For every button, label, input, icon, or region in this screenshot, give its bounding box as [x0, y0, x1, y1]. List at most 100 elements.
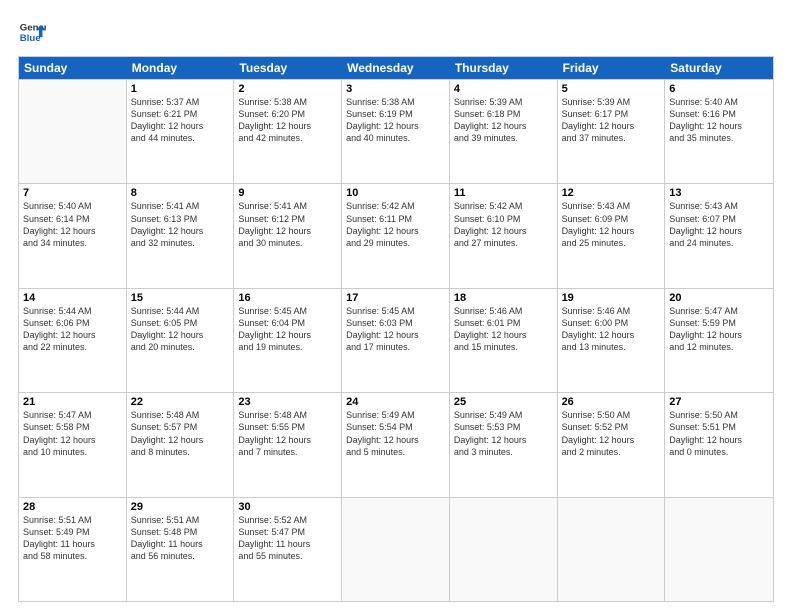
day-cell-14: 14Sunrise: 5:44 AM Sunset: 6:06 PM Dayli… — [19, 289, 127, 392]
day-info: Sunrise: 5:38 AM Sunset: 6:20 PM Dayligh… — [238, 96, 337, 145]
day-number: 12 — [562, 187, 661, 199]
day-number: 4 — [454, 83, 553, 95]
day-number: 18 — [454, 292, 553, 304]
day-info: Sunrise: 5:39 AM Sunset: 6:17 PM Dayligh… — [562, 96, 661, 145]
day-info: Sunrise: 5:45 AM Sunset: 6:04 PM Dayligh… — [238, 305, 337, 354]
day-number: 30 — [238, 501, 337, 513]
day-header-tuesday: Tuesday — [234, 57, 342, 79]
day-info: Sunrise: 5:43 AM Sunset: 6:09 PM Dayligh… — [562, 200, 661, 249]
day-cell-2: 2Sunrise: 5:38 AM Sunset: 6:20 PM Daylig… — [234, 80, 342, 183]
day-number: 13 — [669, 187, 769, 199]
day-header-monday: Monday — [127, 57, 235, 79]
header: General Blue — [18, 18, 774, 46]
day-info: Sunrise: 5:47 AM Sunset: 5:59 PM Dayligh… — [669, 305, 769, 354]
day-info: Sunrise: 5:44 AM Sunset: 6:06 PM Dayligh… — [23, 305, 122, 354]
day-info: Sunrise: 5:42 AM Sunset: 6:11 PM Dayligh… — [346, 200, 445, 249]
day-cell-29: 29Sunrise: 5:51 AM Sunset: 5:48 PM Dayli… — [127, 498, 235, 601]
day-info: Sunrise: 5:39 AM Sunset: 6:18 PM Dayligh… — [454, 96, 553, 145]
day-cell-23: 23Sunrise: 5:48 AM Sunset: 5:55 PM Dayli… — [234, 393, 342, 496]
day-number: 24 — [346, 396, 445, 408]
day-number: 27 — [669, 396, 769, 408]
day-cell-30: 30Sunrise: 5:52 AM Sunset: 5:47 PM Dayli… — [234, 498, 342, 601]
day-cell-20: 20Sunrise: 5:47 AM Sunset: 5:59 PM Dayli… — [665, 289, 773, 392]
day-cell-16: 16Sunrise: 5:45 AM Sunset: 6:04 PM Dayli… — [234, 289, 342, 392]
calendar-week-4: 21Sunrise: 5:47 AM Sunset: 5:58 PM Dayli… — [19, 392, 773, 496]
logo: General Blue — [18, 18, 46, 46]
day-info: Sunrise: 5:49 AM Sunset: 5:54 PM Dayligh… — [346, 409, 445, 458]
day-number: 26 — [562, 396, 661, 408]
day-cell-13: 13Sunrise: 5:43 AM Sunset: 6:07 PM Dayli… — [665, 184, 773, 287]
day-info: Sunrise: 5:38 AM Sunset: 6:19 PM Dayligh… — [346, 96, 445, 145]
logo-icon: General Blue — [18, 18, 46, 46]
empty-cell — [665, 498, 773, 601]
day-cell-6: 6Sunrise: 5:40 AM Sunset: 6:16 PM Daylig… — [665, 80, 773, 183]
day-cell-25: 25Sunrise: 5:49 AM Sunset: 5:53 PM Dayli… — [450, 393, 558, 496]
day-cell-5: 5Sunrise: 5:39 AM Sunset: 6:17 PM Daylig… — [558, 80, 666, 183]
day-number: 29 — [131, 501, 230, 513]
day-cell-22: 22Sunrise: 5:48 AM Sunset: 5:57 PM Dayli… — [127, 393, 235, 496]
day-info: Sunrise: 5:47 AM Sunset: 5:58 PM Dayligh… — [23, 409, 122, 458]
day-cell-24: 24Sunrise: 5:49 AM Sunset: 5:54 PM Dayli… — [342, 393, 450, 496]
day-cell-3: 3Sunrise: 5:38 AM Sunset: 6:19 PM Daylig… — [342, 80, 450, 183]
day-number: 7 — [23, 187, 122, 199]
day-info: Sunrise: 5:52 AM Sunset: 5:47 PM Dayligh… — [238, 514, 337, 563]
day-number: 22 — [131, 396, 230, 408]
day-number: 10 — [346, 187, 445, 199]
day-info: Sunrise: 5:46 AM Sunset: 6:01 PM Dayligh… — [454, 305, 553, 354]
calendar: SundayMondayTuesdayWednesdayThursdayFrid… — [18, 56, 774, 602]
day-info: Sunrise: 5:48 AM Sunset: 5:57 PM Dayligh… — [131, 409, 230, 458]
day-info: Sunrise: 5:51 AM Sunset: 5:48 PM Dayligh… — [131, 514, 230, 563]
day-number: 15 — [131, 292, 230, 304]
day-number: 19 — [562, 292, 661, 304]
day-cell-21: 21Sunrise: 5:47 AM Sunset: 5:58 PM Dayli… — [19, 393, 127, 496]
empty-cell — [558, 498, 666, 601]
svg-text:Blue: Blue — [20, 33, 41, 44]
day-number: 28 — [23, 501, 122, 513]
day-info: Sunrise: 5:44 AM Sunset: 6:05 PM Dayligh… — [131, 305, 230, 354]
day-number: 9 — [238, 187, 337, 199]
day-number: 17 — [346, 292, 445, 304]
calendar-week-3: 14Sunrise: 5:44 AM Sunset: 6:06 PM Dayli… — [19, 288, 773, 392]
day-info: Sunrise: 5:50 AM Sunset: 5:51 PM Dayligh… — [669, 409, 769, 458]
day-info: Sunrise: 5:48 AM Sunset: 5:55 PM Dayligh… — [238, 409, 337, 458]
day-cell-12: 12Sunrise: 5:43 AM Sunset: 6:09 PM Dayli… — [558, 184, 666, 287]
page: General Blue SundayMondayTuesdayWednesda… — [0, 0, 792, 612]
day-cell-17: 17Sunrise: 5:45 AM Sunset: 6:03 PM Dayli… — [342, 289, 450, 392]
day-info: Sunrise: 5:40 AM Sunset: 6:14 PM Dayligh… — [23, 200, 122, 249]
calendar-week-2: 7Sunrise: 5:40 AM Sunset: 6:14 PM Daylig… — [19, 183, 773, 287]
day-info: Sunrise: 5:51 AM Sunset: 5:49 PM Dayligh… — [23, 514, 122, 563]
day-info: Sunrise: 5:49 AM Sunset: 5:53 PM Dayligh… — [454, 409, 553, 458]
day-info: Sunrise: 5:41 AM Sunset: 6:12 PM Dayligh… — [238, 200, 337, 249]
day-number: 6 — [669, 83, 769, 95]
day-header-friday: Friday — [558, 57, 666, 79]
day-number: 8 — [131, 187, 230, 199]
day-cell-1: 1Sunrise: 5:37 AM Sunset: 6:21 PM Daylig… — [127, 80, 235, 183]
day-number: 5 — [562, 83, 661, 95]
day-cell-4: 4Sunrise: 5:39 AM Sunset: 6:18 PM Daylig… — [450, 80, 558, 183]
day-info: Sunrise: 5:43 AM Sunset: 6:07 PM Dayligh… — [669, 200, 769, 249]
empty-cell — [450, 498, 558, 601]
day-cell-19: 19Sunrise: 5:46 AM Sunset: 6:00 PM Dayli… — [558, 289, 666, 392]
day-cell-15: 15Sunrise: 5:44 AM Sunset: 6:05 PM Dayli… — [127, 289, 235, 392]
day-cell-18: 18Sunrise: 5:46 AM Sunset: 6:01 PM Dayli… — [450, 289, 558, 392]
day-cell-11: 11Sunrise: 5:42 AM Sunset: 6:10 PM Dayli… — [450, 184, 558, 287]
day-number: 20 — [669, 292, 769, 304]
day-info: Sunrise: 5:40 AM Sunset: 6:16 PM Dayligh… — [669, 96, 769, 145]
day-cell-7: 7Sunrise: 5:40 AM Sunset: 6:14 PM Daylig… — [19, 184, 127, 287]
day-info: Sunrise: 5:41 AM Sunset: 6:13 PM Dayligh… — [131, 200, 230, 249]
calendar-week-5: 28Sunrise: 5:51 AM Sunset: 5:49 PM Dayli… — [19, 497, 773, 601]
day-info: Sunrise: 5:45 AM Sunset: 6:03 PM Dayligh… — [346, 305, 445, 354]
day-number: 21 — [23, 396, 122, 408]
day-number: 11 — [454, 187, 553, 199]
day-cell-28: 28Sunrise: 5:51 AM Sunset: 5:49 PM Dayli… — [19, 498, 127, 601]
day-cell-9: 9Sunrise: 5:41 AM Sunset: 6:12 PM Daylig… — [234, 184, 342, 287]
day-number: 2 — [238, 83, 337, 95]
day-info: Sunrise: 5:46 AM Sunset: 6:00 PM Dayligh… — [562, 305, 661, 354]
day-info: Sunrise: 5:42 AM Sunset: 6:10 PM Dayligh… — [454, 200, 553, 249]
day-header-thursday: Thursday — [450, 57, 558, 79]
day-cell-8: 8Sunrise: 5:41 AM Sunset: 6:13 PM Daylig… — [127, 184, 235, 287]
calendar-header: SundayMondayTuesdayWednesdayThursdayFrid… — [19, 57, 773, 79]
day-header-wednesday: Wednesday — [342, 57, 450, 79]
day-header-saturday: Saturday — [665, 57, 773, 79]
calendar-week-1: 1Sunrise: 5:37 AM Sunset: 6:21 PM Daylig… — [19, 79, 773, 183]
